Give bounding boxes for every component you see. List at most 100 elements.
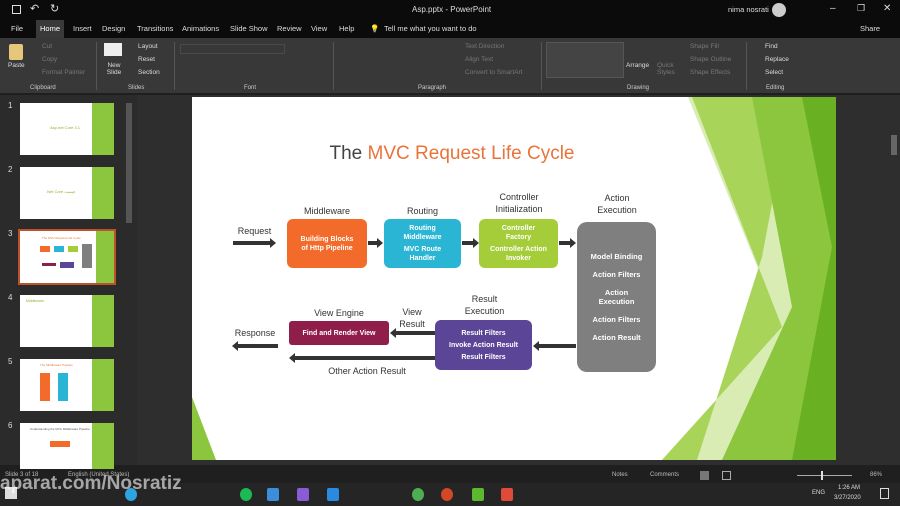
quick-styles-button[interactable]: Quick Styles <box>657 62 679 76</box>
find-button[interactable]: Find <box>765 43 778 50</box>
watermark: aparat.com/Nosratiz <box>0 473 182 494</box>
share-button[interactable]: Share <box>860 24 880 33</box>
paste-icon[interactable] <box>9 44 23 60</box>
thumb-text: Middleware <box>26 299 44 303</box>
shape-effects-button[interactable]: Shape Effects <box>690 69 730 76</box>
controller-box: Controller Factory Controller Action Invo… <box>479 219 558 268</box>
undo-icon[interactable]: ↶ <box>30 2 39 15</box>
response-label: Response <box>234 328 276 338</box>
thumb-number: 5 <box>8 357 13 366</box>
vscode-icon[interactable] <box>327 488 339 501</box>
slide-thumbnail-2[interactable]: .Net Core چیست <box>20 167 114 219</box>
zoom-level[interactable]: 86% <box>870 472 882 478</box>
thumb-text: Asp.net Core 3.1 <box>50 125 81 130</box>
mail-icon[interactable] <box>267 488 279 501</box>
result-item: Result Filters <box>461 353 506 361</box>
tab-design[interactable]: Design <box>102 24 125 33</box>
arrow <box>462 238 479 248</box>
zoom-slider[interactable] <box>797 475 852 476</box>
close-icon[interactable]: ✕ <box>883 3 891 14</box>
action-item: Action Filters <box>592 270 641 279</box>
arrow <box>533 341 576 351</box>
tab-home[interactable]: Home <box>36 20 65 38</box>
slide-sorter-icon[interactable] <box>722 471 731 480</box>
align-text-button[interactable]: Align Text <box>465 56 493 63</box>
request-label: Request <box>237 226 272 236</box>
tab-review[interactable]: Review <box>277 24 302 33</box>
comments-button[interactable]: Comments <box>650 472 679 478</box>
canvas-scrollbar[interactable] <box>891 135 897 155</box>
view-engine-box: Find and Render View <box>289 321 389 345</box>
camtasia-recorder-icon[interactable] <box>501 488 513 501</box>
text-direction-button[interactable]: Text Direction <box>465 43 504 50</box>
slide-thumbnail-5[interactable]: The Middleware Pipeline <box>20 359 114 411</box>
clipboard-group-label: Clipboard <box>30 85 56 91</box>
shape-fill-button[interactable]: Shape Fill <box>690 43 719 50</box>
tab-file[interactable]: File <box>11 24 23 33</box>
action-item: Model Binding <box>590 252 643 261</box>
avatar[interactable] <box>772 3 786 17</box>
powerpoint-icon[interactable] <box>441 488 453 501</box>
reset-button[interactable]: Reset <box>138 56 155 63</box>
tell-me-input[interactable]: Tell me what you want to do <box>384 24 477 33</box>
notes-button[interactable]: Notes <box>612 472 628 478</box>
shapes-gallery[interactable] <box>546 42 624 78</box>
new-slide-button[interactable]: New Slide <box>102 62 126 76</box>
select-button[interactable]: Select <box>765 69 783 76</box>
slide-thumbnail-3[interactable]: The MVC Request Life Cycle <box>18 229 116 285</box>
minimize-icon[interactable]: – <box>830 3 836 14</box>
visual-studio-icon[interactable] <box>297 488 309 501</box>
clock-date[interactable]: 3/27/2020 <box>834 495 861 501</box>
redo-icon[interactable]: ↻ <box>50 2 59 15</box>
routing-header: Routing <box>406 206 439 216</box>
copy-button[interactable]: Copy <box>42 56 57 63</box>
middleware-box: Building Blocks of Http Pipeline <box>287 219 367 268</box>
view-result-label: View Result <box>399 307 425 329</box>
section-button[interactable]: Section <box>138 69 160 76</box>
cut-button[interactable]: Cut <box>42 43 52 50</box>
controller-header: Controller Initialization <box>495 192 543 214</box>
tab-animations[interactable]: Animations <box>182 24 219 33</box>
chrome-icon[interactable] <box>412 488 424 501</box>
slide-thumbnails-pane: 1 Asp.net Core 3.1 2 .Net Core چیست 3 Th… <box>0 95 137 475</box>
format-painter-button[interactable]: Format Painter <box>42 69 85 76</box>
view-engine-header: View Engine <box>314 308 364 318</box>
thumbnails-scrollbar[interactable] <box>126 103 132 223</box>
tab-view[interactable]: View <box>311 24 327 33</box>
thumb-number: 6 <box>8 421 13 430</box>
slides-group-label: Slides <box>128 85 145 91</box>
spotify-icon[interactable] <box>240 488 252 501</box>
camtasia-icon[interactable] <box>472 488 484 501</box>
tab-help[interactable]: Help <box>339 24 354 33</box>
replace-button[interactable]: Replace <box>765 56 789 63</box>
thumb-number: 2 <box>8 165 13 174</box>
slide-thumbnail-1[interactable]: Asp.net Core 3.1 <box>20 103 114 155</box>
other-action-result-label: Other Action Result <box>328 366 406 376</box>
slide-thumbnail-6[interactable]: Understanding the MVC Middleware Pipelin… <box>20 423 114 475</box>
slide: The MVC Request Life Cycle Request Middl… <box>192 97 836 460</box>
title-plain: The <box>329 143 368 164</box>
smartart-button[interactable]: Convert to SmartArt <box>465 69 522 76</box>
layout-button[interactable]: Layout <box>138 43 158 50</box>
restore-icon[interactable]: ❐ <box>857 3 865 14</box>
clock-time[interactable]: 1:26 AM <box>838 485 860 491</box>
window-title: Asp.pptx - PowerPoint <box>412 5 492 14</box>
arrange-button[interactable]: Arrange <box>626 62 649 69</box>
user-name[interactable]: nima nosrati <box>728 5 769 14</box>
tab-slide-show[interactable]: Slide Show <box>230 24 268 33</box>
font-name-box[interactable] <box>180 44 285 54</box>
zoom-slider-thumb[interactable] <box>821 471 823 480</box>
paste-button[interactable]: Paste <box>8 62 25 69</box>
arrow <box>559 238 576 248</box>
slide-thumbnail-4[interactable]: Middleware <box>20 295 114 347</box>
save-icon[interactable] <box>12 5 21 14</box>
tab-insert[interactable]: Insert <box>73 24 92 33</box>
action-box: Model Binding Action Filters Action Exec… <box>577 222 656 372</box>
tab-transitions[interactable]: Transitions <box>137 24 173 33</box>
shape-outline-button[interactable]: Shape Outline <box>690 56 731 63</box>
normal-view-icon[interactable] <box>700 471 709 480</box>
new-slide-icon[interactable] <box>104 43 122 56</box>
middleware-body: Building Blocks of Http Pipeline <box>300 235 354 252</box>
language-tray[interactable]: ENG <box>812 490 825 496</box>
notifications-icon[interactable] <box>880 488 889 499</box>
